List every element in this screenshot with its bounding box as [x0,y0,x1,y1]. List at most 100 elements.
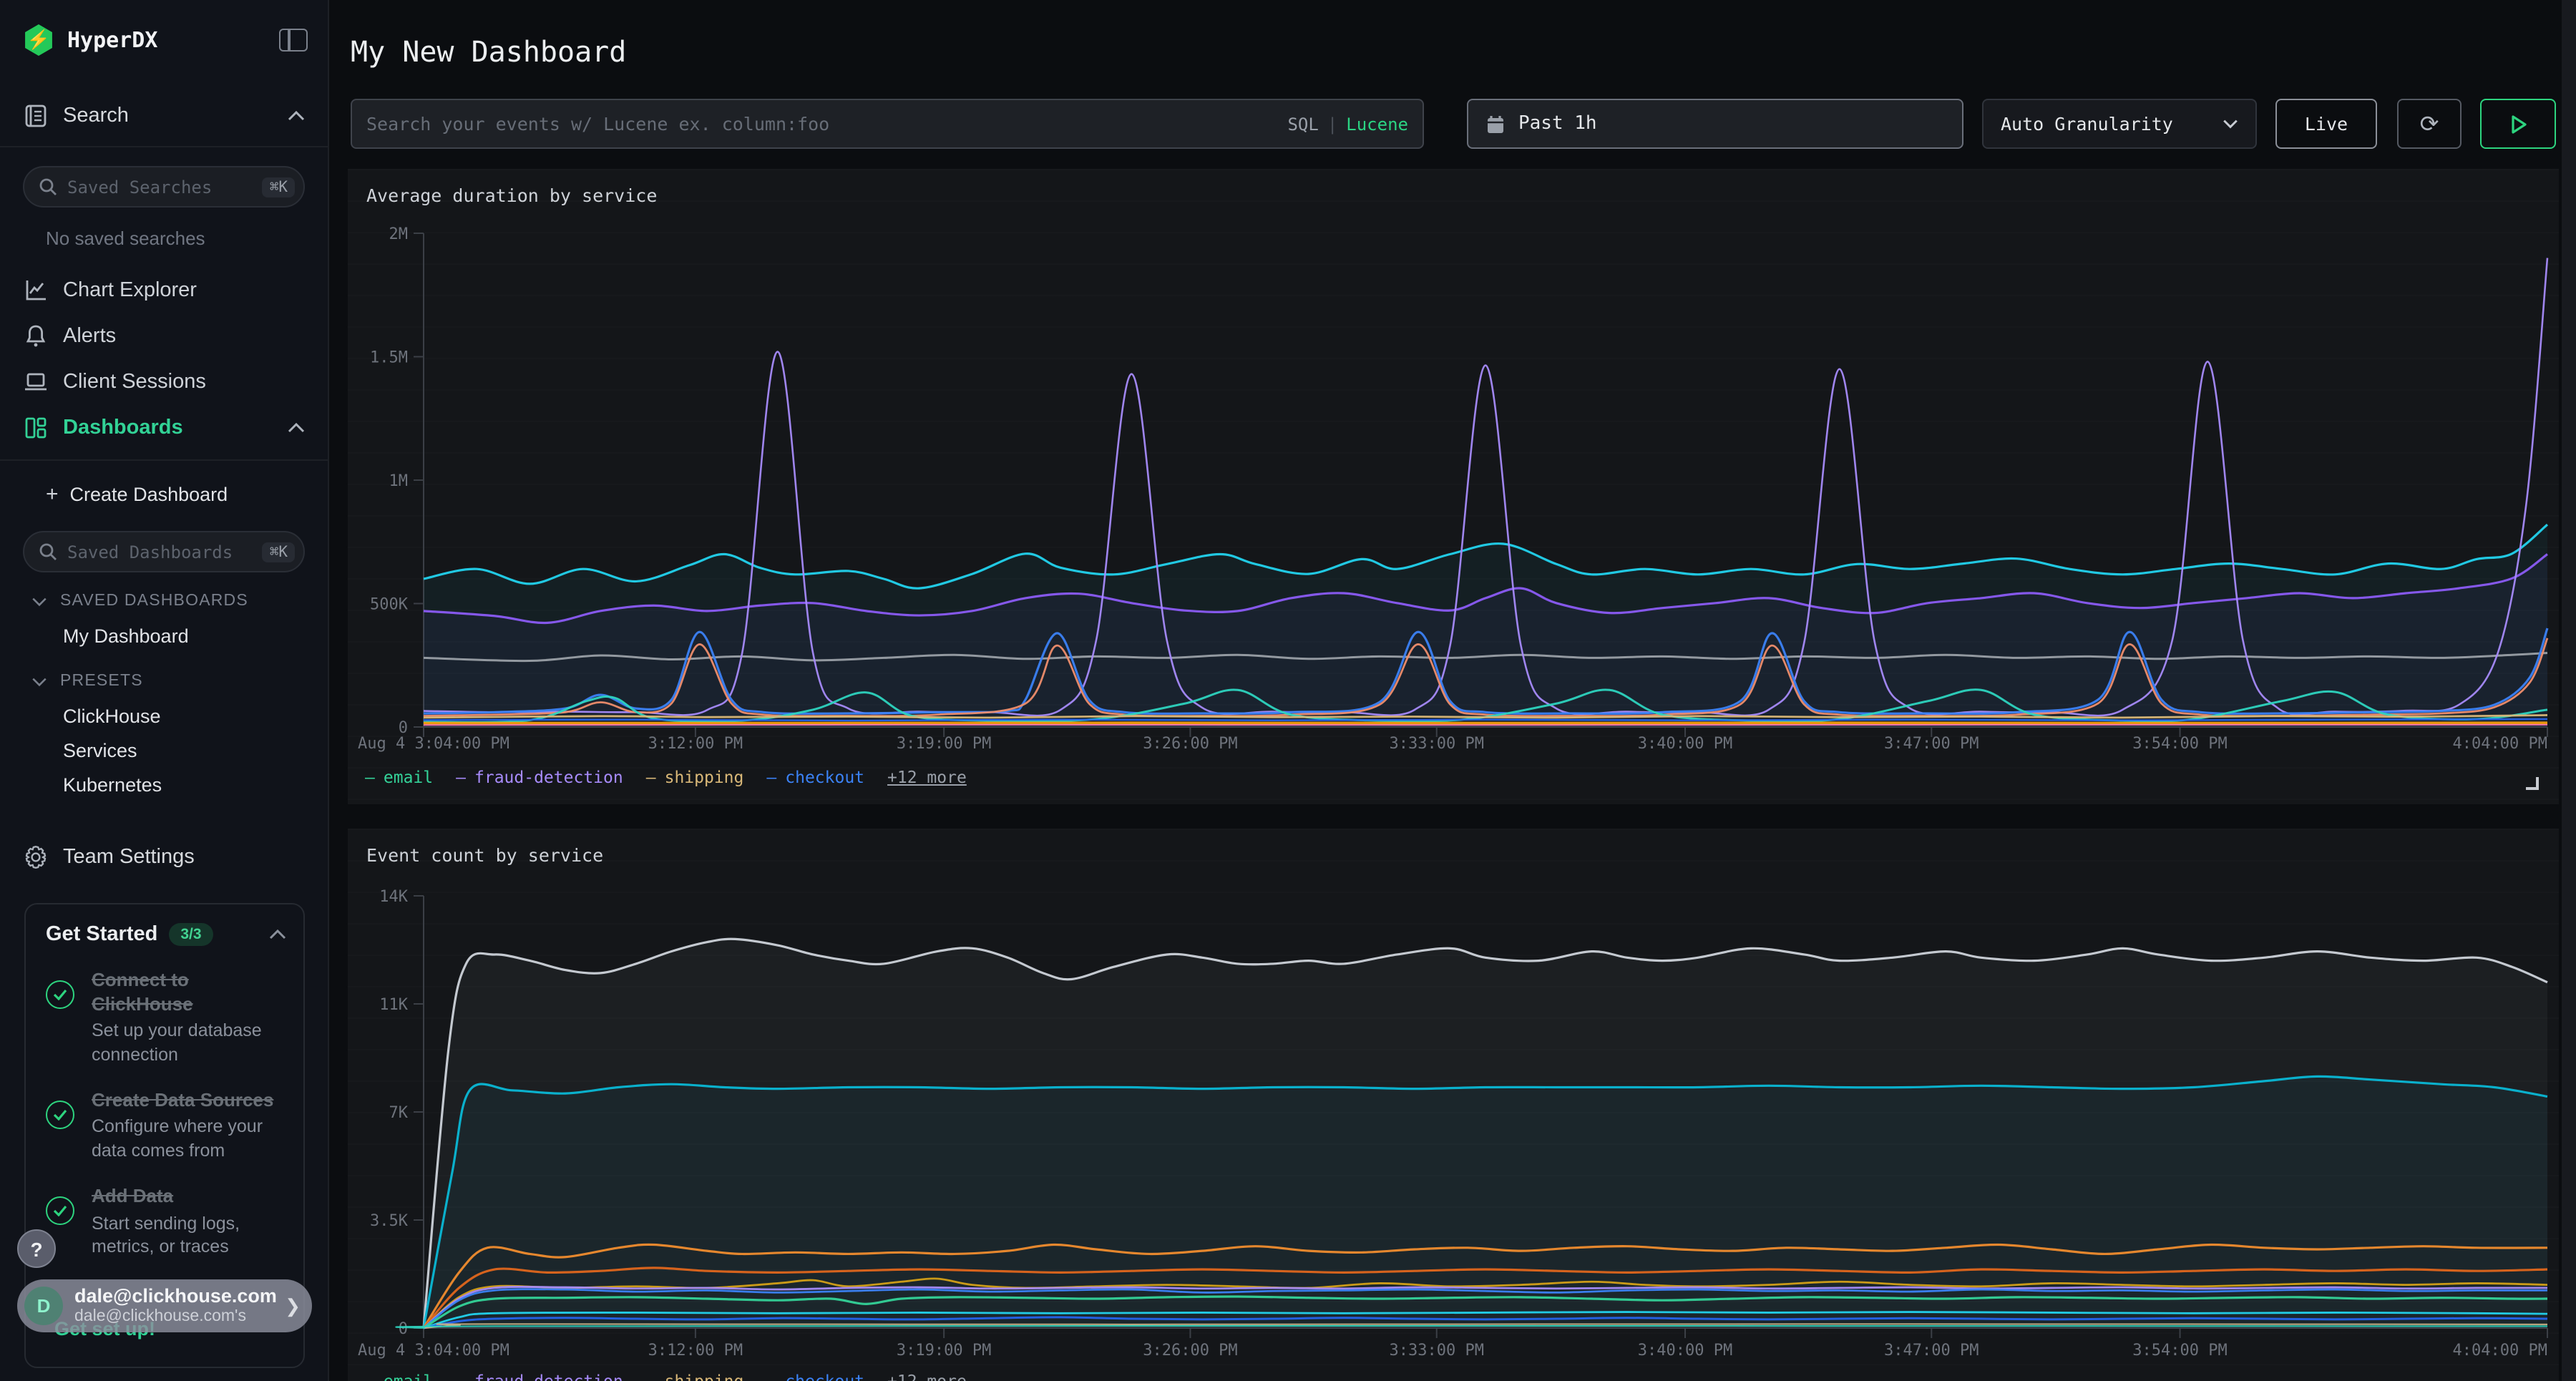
legend-item-email[interactable]: —email [365,767,433,787]
x-tick-label: 3:26:00 PM [1143,1342,1237,1360]
get-started-item-desc: Configure where your data comes from [92,1116,280,1162]
avatar: D [24,1287,63,1325]
chart-icon [23,278,49,303]
help-button[interactable]: ? [17,1229,56,1268]
run-query-button[interactable] [2480,99,2556,149]
chevron-down-icon [2223,119,2238,129]
sidebar-collapse-icon[interactable] [279,29,308,52]
user-menu[interactable]: D dale@clickhouse.com dale@clickhouse.co… [17,1279,312,1332]
chart-legend: —email—fraud-detection—shipping—checkout… [365,1371,967,1381]
sidebar-item-team-settings[interactable]: Team Settings [0,836,328,879]
legend-item-email[interactable]: —email [365,1371,433,1381]
saved-dashboards-header[interactable]: SAVED DASHBOARDS [0,584,328,618]
legend-swatch: — [456,1371,466,1381]
sidebar-section-search[interactable]: Search [0,94,328,137]
sidebar-item-alerts[interactable]: Alerts [0,313,328,359]
x-tick-label: 4:04:00 PM [2453,735,2547,753]
shortcut-badge: ⌘K [263,177,295,197]
y-tick-label: 2M [389,225,409,243]
granularity-select[interactable]: Auto Granularity [1982,99,2257,149]
legend-label: email [384,767,433,787]
x-tick-label: 3:54:00 PM [2132,735,2227,753]
legend-label: shipping [665,767,744,787]
event-search-input[interactable] [366,113,1287,135]
query-language-toggle: SQL|Lucene [1287,114,1408,134]
x-tick-label: 3:47:00 PM [1884,735,1979,753]
legend-item-checkout[interactable]: —checkout [766,767,864,787]
time-range-picker[interactable]: Past 1h [1467,99,1963,149]
presets-header[interactable]: PRESETS [0,664,328,698]
chevron-up-icon[interactable] [269,929,286,940]
panel-resize-handle[interactable] [2526,777,2539,790]
legend-label: checkout [785,1371,864,1381]
refresh-button[interactable]: ⟳ [2397,99,2462,149]
chevron-right-icon: ❯ [285,1294,301,1317]
legend-item-fraud-detection[interactable]: —fraud-detection [456,1371,623,1381]
chart-svg: 14K11K7K3.5K0Aug 4 3:04:00 PM3:12:00 PM3… [348,829,2559,1381]
page-title: My New Dashboard [351,34,626,69]
x-tick-label: 3:19:00 PM [897,1342,991,1360]
saved-dashboards-input[interactable] [67,542,263,562]
x-tick-label: 3:19:00 PM [897,735,991,753]
legend-item-shipping[interactable]: — shipping [646,767,744,787]
x-tick-label: 3:47:00 PM [1884,1342,1979,1360]
sidebar-item-client-sessions[interactable]: Client Sessions [0,359,328,405]
dashboards-icon [23,415,49,441]
legend-swatch: — [766,1371,776,1381]
get-started-item-desc: Set up your database connection [92,1020,280,1066]
journal-icon [23,103,49,129]
sidebar-item-services[interactable]: Services [0,733,328,767]
scrollbar-track[interactable] [2562,0,2576,1381]
hyperdx-logo-icon: ⚡ [23,24,54,56]
get-started-item-title: Add Data [92,1185,280,1209]
laptop-icon [23,369,49,395]
sidebar-item-label: Chart Explorer [63,279,305,302]
legend-more-link[interactable]: +12 more [887,1371,967,1381]
create-dashboard-button[interactable]: + Create Dashboard [0,475,328,512]
y-tick-label: 11K [379,996,408,1014]
sidebar-item-clickhouse[interactable]: ClickHouse [0,698,328,733]
sidebar-item-dashboards[interactable]: Dashboards [0,405,328,451]
legend-more-link[interactable]: +12 more [887,767,967,787]
sidebar: ⚡ HyperDX Search ⌘K No saved searches Ch… [0,0,329,1381]
sidebar-item-kubernetes[interactable]: Kubernetes [0,767,328,801]
shortcut-badge: ⌘K [263,542,295,562]
legend-swatch: — [456,767,466,787]
y-tick-label: 7K [389,1104,409,1122]
y-tick-label: 0 [399,1320,408,1338]
preset-link-label: Kubernetes [63,774,162,795]
x-tick-label: 3:40:00 PM [1638,735,1732,753]
check-circle-icon [46,980,74,1009]
legend-item-fraud-detection[interactable]: —fraud-detection [456,767,623,787]
saved-searches-search[interactable]: ⌘K [23,166,305,208]
get-started-item[interactable]: Add Data Start sending logs, metrics, or… [46,1185,286,1258]
get-started-item[interactable]: Connect to ClickHouse Set up your databa… [46,969,286,1066]
chevron-up-icon [288,422,305,434]
preset-link-label: Services [63,739,137,761]
sidebar-item-my-dashboard[interactable]: My Dashboard [0,618,328,653]
plus-icon: + [46,482,59,506]
check-circle-icon [46,1101,74,1129]
sql-toggle[interactable]: SQL [1287,114,1318,134]
event-search-box[interactable]: SQL|Lucene [351,99,1424,149]
legend-swatch: — [646,1371,656,1381]
play-icon [2509,114,2527,134]
get-started-title: Get Started [46,923,157,946]
legend-swatch: — [646,767,656,787]
legend-item-checkout[interactable]: — checkout [766,1371,864,1381]
x-tick-label: 3:12:00 PM [648,735,743,753]
lucene-toggle[interactable]: Lucene [1346,114,1408,134]
get-started-item[interactable]: Create Data Sources Configure where your… [46,1089,286,1162]
chart-panel-avg-duration: Average duration by service 2M1.5M1M500K… [348,169,2559,804]
legend-item-shipping[interactable]: —shipping [646,1371,744,1381]
x-tick-label: Aug 4 3:04:00 PM [358,1342,509,1360]
y-tick-label: 1M [389,472,409,490]
saved-dashboards-search[interactable]: ⌘K [23,531,305,572]
live-button[interactable]: Live [2275,99,2377,149]
user-org: dale@clickhouse.com's [74,1307,285,1325]
saved-searches-input[interactable] [67,177,263,197]
granularity-value: Auto Granularity [2001,113,2223,135]
create-dashboard-label: Create Dashboard [70,483,228,504]
saved-dashboards-header-label: SAVED DASHBOARDS [60,592,248,610]
sidebar-item-chart-explorer[interactable]: Chart Explorer [0,268,328,313]
